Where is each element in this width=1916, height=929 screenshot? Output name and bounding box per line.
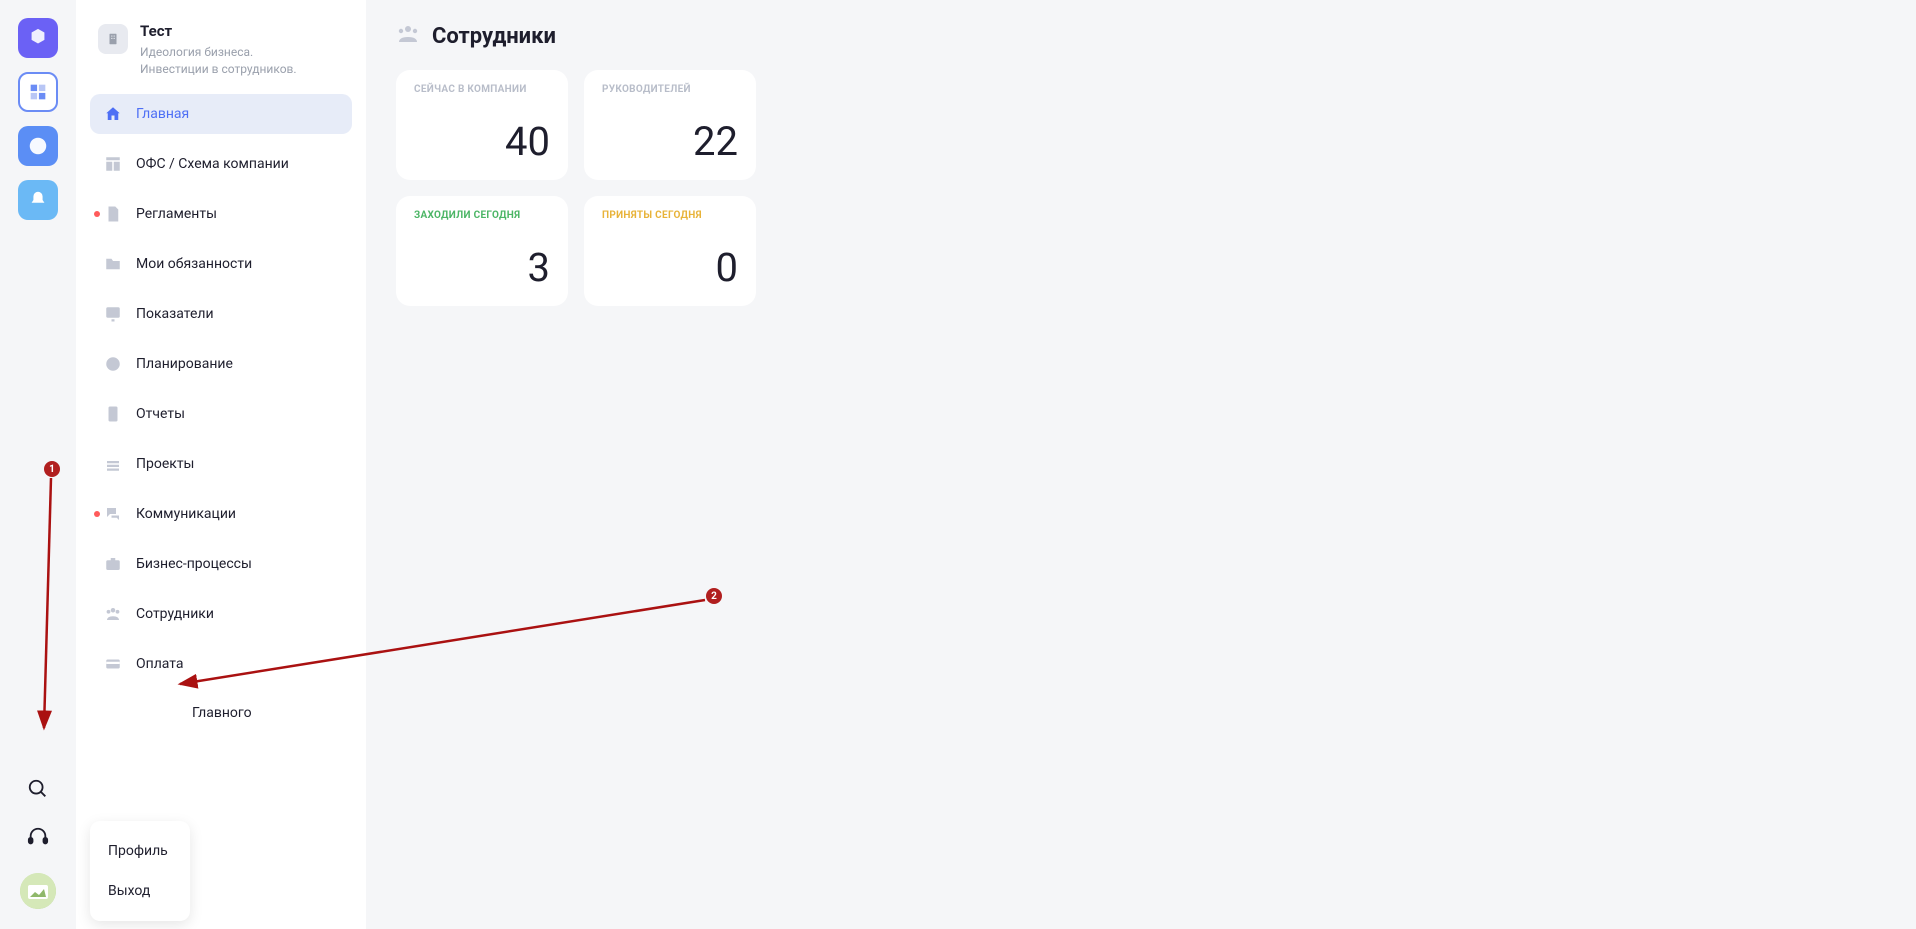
main-content: Сотрудники СЕЙЧАС В КОМПАНИИ 40 РУКОВОДИ… (366, 0, 1916, 929)
sidebar: Тест Идеология бизнеса. Инвестиции в сот… (76, 0, 366, 929)
nav-item-main-cabinet[interactable]: Главного (90, 694, 352, 732)
stat-label: РУКОВОДИТЕЛЕЙ (602, 84, 738, 95)
bell-icon (27, 189, 49, 211)
nav-label: Оплата (136, 656, 184, 672)
nav-item-processes[interactable]: Бизнес-процессы (90, 544, 352, 584)
stat-value: 22 (602, 122, 738, 162)
stat-card-hired-today: ПРИНЯТЫ СЕГОДНЯ 0 (584, 196, 756, 306)
rail-icon-app4[interactable] (18, 180, 58, 220)
briefcase-icon (104, 555, 122, 573)
card-icon (104, 655, 122, 673)
people-icon (104, 605, 122, 623)
search-icon[interactable] (26, 777, 50, 801)
avatar-image-icon (20, 873, 56, 909)
notification-dot (94, 211, 100, 217)
nav-item-ofs[interactable]: ОФС / Схема компании (90, 144, 352, 184)
grid-icon (104, 155, 122, 173)
nav-item-home[interactable]: Главная (90, 94, 352, 134)
stat-card-in-company: СЕЙЧАС В КОМПАНИИ 40 (396, 70, 568, 180)
company-name: Тест (140, 22, 297, 40)
nav-item-communications[interactable]: Коммуникации (90, 494, 352, 534)
nav-item-payment[interactable]: Оплата (90, 644, 352, 684)
hexagon-icon (27, 27, 49, 49)
nav-item-duties[interactable]: Мои обязанности (90, 244, 352, 284)
popup-item-profile[interactable]: Профиль (90, 831, 190, 871)
page-title: Сотрудники (432, 24, 556, 49)
company-subtitle: Идеология бизнеса. Инвестиции в сотрудни… (140, 44, 297, 78)
page-title-row: Сотрудники (396, 22, 1886, 50)
annotation-badge-1: 1 (44, 461, 60, 477)
headset-icon[interactable] (26, 825, 50, 849)
annotation-badge-2: 2 (706, 588, 722, 604)
people-icon (396, 22, 420, 50)
icon-rail (0, 0, 76, 929)
nav-label: Проекты (136, 456, 194, 472)
avatar[interactable] (20, 873, 56, 909)
stat-label: СЕЙЧАС В КОМПАНИИ (414, 84, 550, 95)
nav-item-projects[interactable]: Проекты (90, 444, 352, 484)
folder-icon (104, 255, 122, 273)
nav-item-planning[interactable]: Планирование (90, 344, 352, 384)
stat-card-managers: РУКОВОДИТЕЛЕЙ 22 (584, 70, 756, 180)
squares-icon (27, 81, 49, 103)
popup-item-logout[interactable]: Выход (90, 871, 190, 911)
nav-label: Мои обязанности (136, 256, 252, 272)
nav-label: Отчеты (136, 406, 185, 422)
compass-icon (27, 135, 49, 157)
nav-label: ОФС / Схема компании (136, 156, 289, 172)
nav-label: Регламенты (136, 206, 217, 222)
nav-label: Показатели (136, 306, 214, 322)
chart-icon (104, 305, 122, 323)
nav-item-employees[interactable]: Сотрудники (90, 594, 352, 634)
rail-icon-app3[interactable] (18, 126, 58, 166)
nav-label: Главная (136, 106, 189, 122)
nav-item-metrics[interactable]: Показатели (90, 294, 352, 334)
nav-label: Бизнес-процессы (136, 556, 252, 572)
stats-grid: СЕЙЧАС В КОМПАНИИ 40 РУКОВОДИТЕЛЕЙ 22 ЗА… (396, 70, 1886, 306)
rail-icon-app2[interactable] (18, 72, 58, 112)
company-header: Тест Идеология бизнеса. Инвестиции в сот… (90, 18, 352, 94)
user-popup-menu: Профиль Выход (90, 821, 190, 921)
nav-label-suffix: Главного (192, 705, 252, 721)
nav-item-regulations[interactable]: Регламенты (90, 194, 352, 234)
rail-icon-app1[interactable] (18, 18, 58, 58)
stat-label: ЗАХОДИЛИ СЕГОДНЯ (414, 210, 550, 221)
nav-item-reports[interactable]: Отчеты (90, 394, 352, 434)
stat-card-logged-today: ЗАХОДИЛИ СЕГОДНЯ 3 (396, 196, 568, 306)
stat-value: 0 (602, 248, 738, 288)
stat-value: 3 (414, 248, 550, 288)
chat-icon (104, 505, 122, 523)
doc-icon (104, 205, 122, 223)
report-icon (104, 405, 122, 423)
home-icon (104, 105, 122, 123)
nav-label: Планирование (136, 356, 233, 372)
nav-label: Коммуникации (136, 506, 236, 522)
clock-icon (104, 355, 122, 373)
nav-label: Сотрудники (136, 606, 214, 622)
stat-label: ПРИНЯТЫ СЕГОДНЯ (602, 210, 738, 221)
stat-value: 40 (414, 122, 550, 162)
layers-icon (104, 455, 122, 473)
company-icon (98, 24, 128, 54)
notification-dot (94, 511, 100, 517)
